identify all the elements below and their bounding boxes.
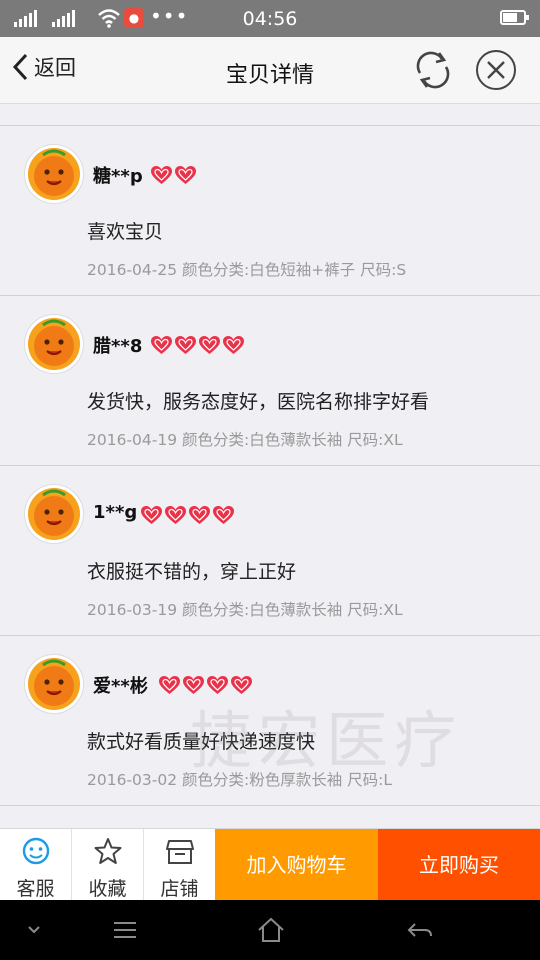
avatar — [24, 314, 84, 374]
chevron-down-icon[interactable] — [24, 915, 44, 945]
back-arrow-icon[interactable] — [405, 915, 435, 945]
header-bar: 返回 宝贝详情 — [0, 37, 540, 104]
heart-icon — [141, 506, 162, 524]
heart-icon — [175, 166, 196, 184]
avatar-face-icon — [28, 658, 80, 710]
avatar-face-icon — [28, 318, 80, 370]
service-icon — [22, 837, 50, 865]
heart-icon — [159, 676, 180, 694]
heart-icon — [223, 336, 244, 354]
heart-icon — [165, 506, 186, 524]
service-label: 客服 — [16, 878, 55, 900]
avatar — [24, 484, 84, 544]
service-button[interactable]: 客服 — [0, 829, 72, 901]
buy-now-button[interactable]: 立即购买 — [378, 829, 540, 901]
shop-button[interactable]: 店铺 — [144, 829, 216, 901]
star-icon — [94, 838, 122, 864]
heart-icon — [199, 336, 220, 354]
shop-label: 店铺 — [160, 878, 199, 900]
review-item: 腊**8 发货快，服务态度好，医院名称排字好看 2016-04-19 颜色分类:… — [0, 296, 540, 466]
heart-icon — [151, 166, 172, 184]
review-item: 1**g 衣服挺不错的，穿上正好 2016-03-19 颜色分类:白色薄款长袖 … — [0, 466, 540, 636]
review-item: 爱**彬 款式好看质量好快递速度快 2016-03-02 颜色分类:粉色厚款长袖… — [0, 636, 540, 806]
heart-icon — [231, 676, 252, 694]
avatar-face-icon — [28, 488, 80, 540]
add-to-cart-button[interactable]: 加入购物车 — [215, 829, 378, 901]
status-bar: ● ••• 04:56 — [0, 0, 540, 37]
heart-icon — [189, 506, 210, 524]
review-comment: 衣服挺不错的，穿上正好 — [87, 561, 297, 583]
system-nav-bar — [0, 900, 540, 960]
review-meta: 2016-04-19 颜色分类:白色薄款长袖 尺码:XL — [87, 431, 403, 449]
review-meta: 2016-04-25 颜色分类:白色短袖+裤子 尺码:S — [87, 261, 407, 279]
review-comment: 喜欢宝贝 — [87, 221, 164, 243]
bottom-action-bar: 客服 收藏 店铺 加入购物车 立即购买 — [0, 828, 540, 901]
avatar — [24, 144, 84, 204]
review-username: 爱**彬 — [93, 676, 148, 697]
review-meta: 2016-03-19 颜色分类:白色薄款长袖 尺码:XL — [87, 601, 403, 619]
review-username: 腊**8 — [93, 336, 143, 357]
heart-icon — [151, 336, 172, 354]
heart-icon — [213, 506, 234, 524]
review-comment: 发货快，服务态度好，医院名称排字好看 — [87, 391, 430, 413]
heart-icon — [175, 336, 196, 354]
favorite-button[interactable]: 收藏 — [72, 829, 144, 901]
battery-icon — [500, 10, 529, 25]
shop-icon — [166, 840, 194, 864]
status-time: 04:56 — [242, 8, 298, 30]
rating-hearts — [158, 675, 253, 695]
page-title: 宝贝详情 — [225, 63, 314, 88]
home-icon[interactable] — [256, 915, 286, 945]
review-item: 糖**p 喜欢宝贝 2016-04-25 颜色分类:白色短袖+裤子 尺码:S — [0, 126, 540, 296]
review-list[interactable]: 糖**p 喜欢宝贝 2016-04-25 颜色分类:白色短袖+裤子 尺码:S 腊… — [0, 125, 540, 829]
rating-hearts — [150, 335, 245, 355]
refresh-icon[interactable] — [413, 49, 453, 91]
review-username: 糖**p — [93, 166, 143, 187]
avatar — [24, 654, 84, 714]
avatar-face-icon — [28, 148, 80, 200]
review-comment: 款式好看质量好快递速度快 — [87, 731, 316, 753]
back-button[interactable]: 返回 — [10, 52, 76, 82]
favorite-label: 收藏 — [88, 878, 127, 900]
close-icon[interactable] — [475, 49, 517, 91]
chevron-left-icon — [12, 53, 28, 81]
rating-hearts — [150, 165, 197, 185]
heart-icon — [207, 676, 228, 694]
review-username: 1**g — [93, 502, 138, 523]
menu-icon[interactable] — [112, 915, 138, 945]
rating-hearts — [140, 505, 235, 525]
heart-icon — [183, 676, 204, 694]
review-meta: 2016-03-02 颜色分类:粉色厚款长袖 尺码:L — [87, 771, 393, 789]
back-label: 返回 — [34, 56, 76, 80]
